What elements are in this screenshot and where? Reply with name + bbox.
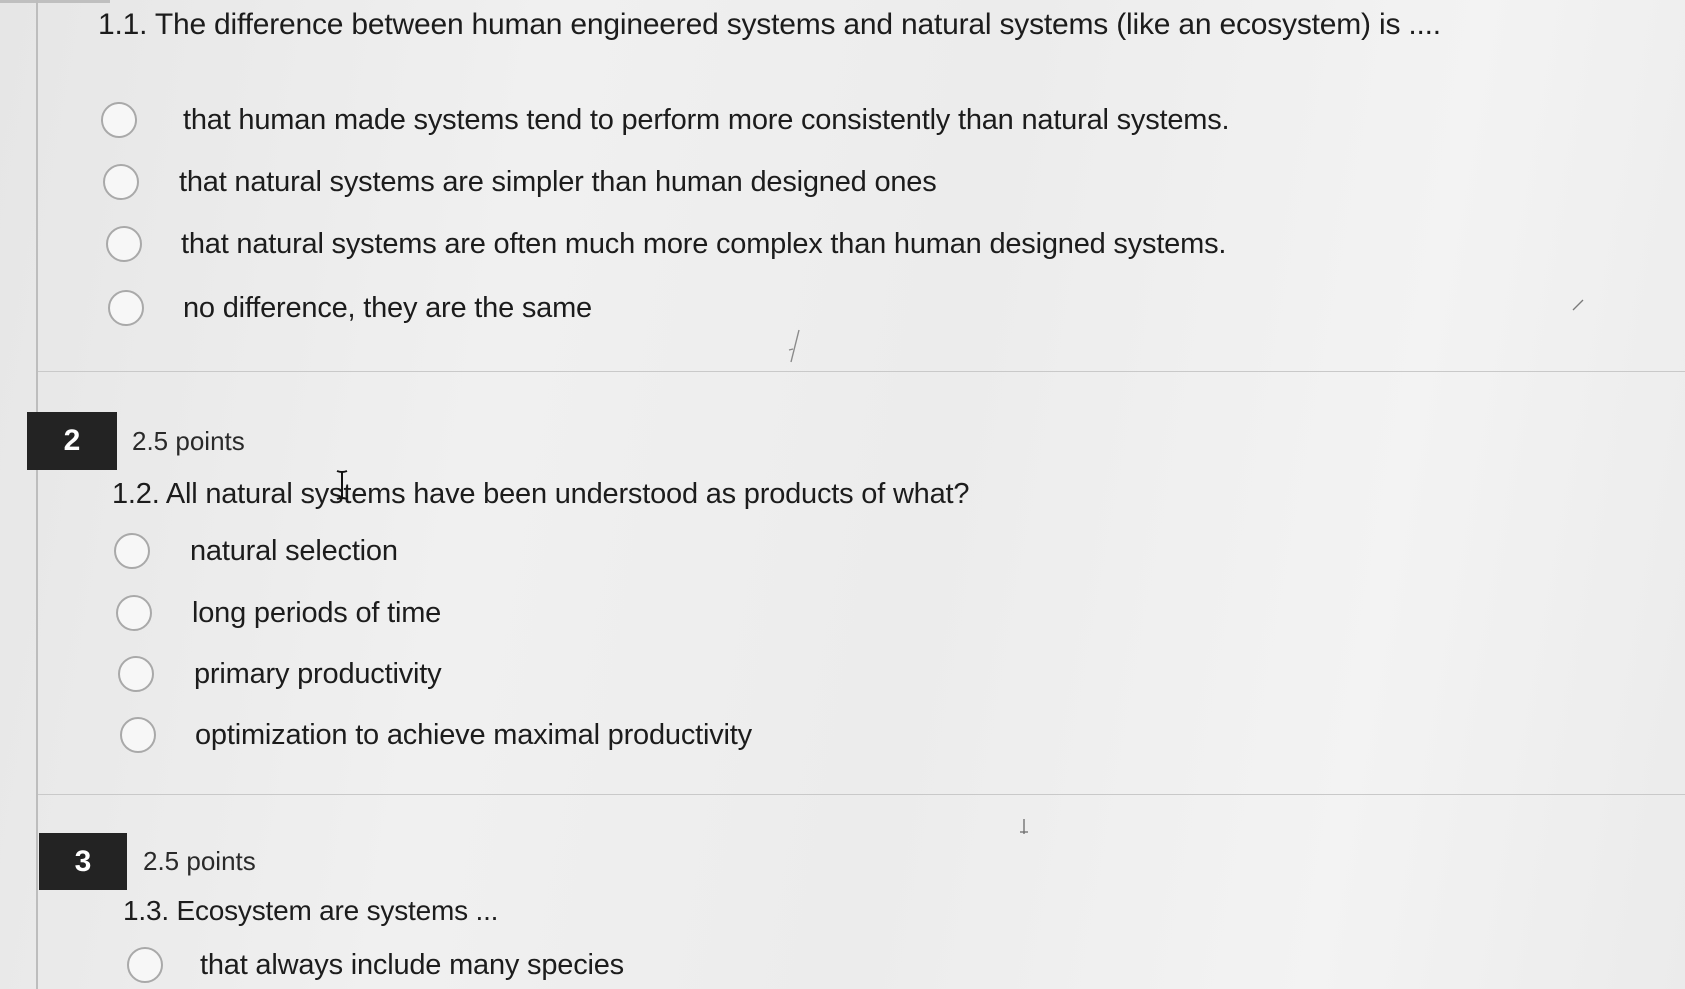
stray-pen-mark <box>1020 819 1028 834</box>
radio-button[interactable] <box>108 290 144 326</box>
q1-option-b[interactable]: that natural systems are simpler than hu… <box>103 160 937 204</box>
left-margin-rule <box>36 0 38 989</box>
radio-button[interactable] <box>100 101 138 139</box>
question-1-2-text: 1.2. All natural systems have been under… <box>112 478 970 510</box>
option-label: optimization to achieve maximal producti… <box>195 718 752 751</box>
question-number-badge: 2 <box>27 412 117 470</box>
option-label: that human made systems tend to perform … <box>183 103 1230 136</box>
stray-pen-mark <box>1572 299 1584 311</box>
points-label: 2.5 points <box>143 846 256 876</box>
option-label: that natural systems are often much more… <box>181 227 1227 260</box>
option-label: that always include many species <box>200 948 624 981</box>
option-label: primary productivity <box>194 657 442 690</box>
question-divider <box>38 371 1685 372</box>
previous-section-edge <box>0 0 110 3</box>
question-divider <box>38 794 1685 795</box>
q1-option-c[interactable]: that natural systems are often much more… <box>106 222 1226 266</box>
q1-option-d[interactable]: no difference, they are the same <box>108 286 592 330</box>
radio-button[interactable] <box>120 717 156 753</box>
q2-option-d[interactable]: optimization to achieve maximal producti… <box>120 713 752 757</box>
question-1-3-text: 1.3. Ecosystem are systems ... <box>123 895 499 926</box>
radio-button[interactable] <box>127 947 163 983</box>
radio-button[interactable] <box>116 595 152 631</box>
stray-pen-mark <box>788 329 800 363</box>
points-label: 2.5 points <box>132 426 245 456</box>
q2-option-b[interactable]: long periods of time <box>116 591 441 635</box>
q2-option-a[interactable]: natural selection <box>114 529 398 573</box>
q2-option-c[interactable]: primary productivity <box>118 652 442 696</box>
q3-option-a[interactable]: that always include many species <box>127 943 624 987</box>
text-cursor-icon <box>336 470 348 500</box>
radio-button[interactable] <box>118 656 154 692</box>
radio-button[interactable] <box>103 164 139 200</box>
radio-button[interactable] <box>106 226 142 262</box>
option-label: natural selection <box>190 534 398 567</box>
option-label: that natural systems are simpler than hu… <box>179 165 937 198</box>
quiz-page: 1.1. The difference between human engine… <box>0 0 1685 989</box>
question-number-badge: 3 <box>39 833 127 890</box>
q1-option-a[interactable]: that human made systems tend to perform … <box>100 98 1230 142</box>
question-1-1-text: 1.1. The difference between human engine… <box>98 8 1441 41</box>
radio-button[interactable] <box>114 533 150 569</box>
option-label: no difference, they are the same <box>183 291 592 324</box>
option-label: long periods of time <box>192 596 442 629</box>
